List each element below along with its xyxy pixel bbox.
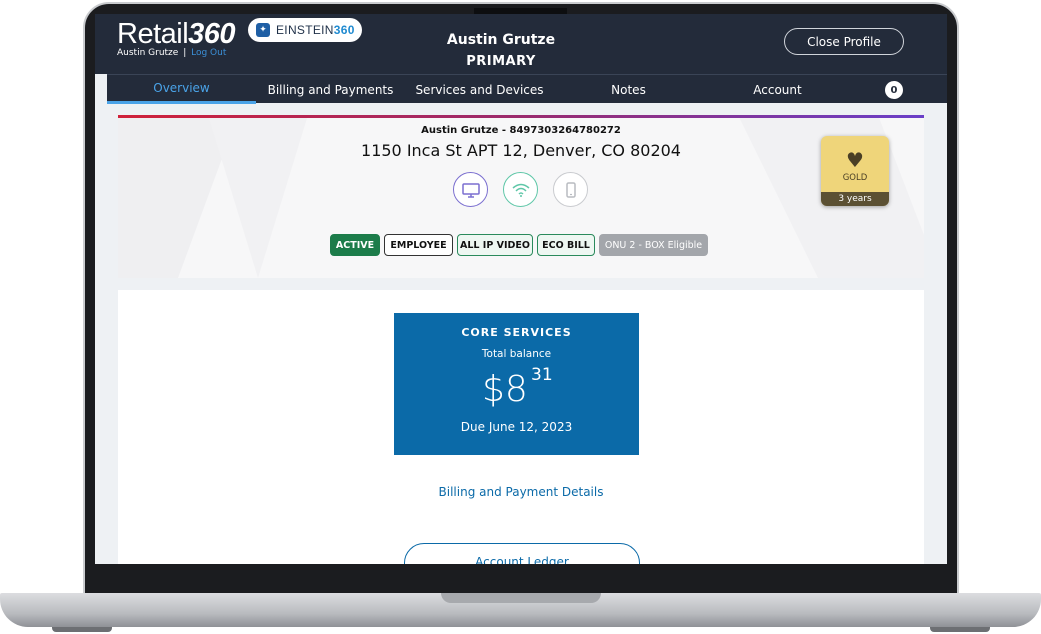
tab-services-and-devices[interactable]: Services and Devices xyxy=(405,75,554,104)
einstein-number: 360 xyxy=(333,23,355,37)
status-tag-all-ip-video: ALL IP VIDEO xyxy=(457,234,533,256)
balance-cents: 31 xyxy=(531,365,553,385)
service-address: 1150 Inca St APT 12, Denver, CO 80204 xyxy=(361,141,681,160)
app-screen: Retail360 ✦ EINSTEIN360 Austin Grutze | … xyxy=(95,14,947,564)
brand-prefix: Retail xyxy=(117,18,189,50)
account-ledger-button[interactable]: Account Ledger xyxy=(404,543,640,564)
notification-badge[interactable]: 0 xyxy=(885,81,903,99)
loyalty-badge: ♥ GOLD 3 years xyxy=(821,136,889,206)
overview-panel: CORE SERVICES Total balance $8 31 Due Ju… xyxy=(118,290,924,564)
close-profile-button[interactable]: Close Profile xyxy=(784,28,904,55)
balance-card: CORE SERVICES Total balance $8 31 Due Ju… xyxy=(394,313,639,455)
einstein-badge[interactable]: ✦ EINSTEIN360 xyxy=(248,18,362,42)
status-tag-onu-eligible: ONU 2 - BOX Eligible xyxy=(599,234,708,256)
laptop-foot xyxy=(52,627,112,632)
tab-notes[interactable]: Notes xyxy=(554,75,703,104)
balance-dollars: $8 xyxy=(482,369,528,410)
app-header: Retail360 ✦ EINSTEIN360 Austin Grutze | … xyxy=(95,14,947,74)
status-tag-employee: EMPLOYEE xyxy=(384,234,453,256)
einstein-prefix: EINSTEIN xyxy=(276,23,334,37)
laptop-base-notch xyxy=(441,593,601,603)
tab-bar: Overview Billing and Payments Services a… xyxy=(107,74,947,104)
profile-card: Austin Grutze - 8497303264780272 1150 In… xyxy=(118,115,924,278)
laptop-foot xyxy=(930,627,990,632)
status-tag-eco-bill: ECO BILL xyxy=(537,234,595,256)
logout-link[interactable]: Log Out xyxy=(191,48,226,58)
profile-name: Austin Grutze xyxy=(446,32,556,48)
wifi-icon[interactable] xyxy=(503,172,538,207)
balance-due-date: Due June 12, 2023 xyxy=(460,420,573,434)
loyalty-tenure: 3 years xyxy=(821,192,889,206)
profile-role: PRIMARY xyxy=(466,54,536,69)
tv-icon[interactable] xyxy=(453,172,488,207)
tab-billing-and-payments[interactable]: Billing and Payments xyxy=(256,75,405,104)
accent-bar xyxy=(118,115,924,118)
header-user-name: Austin Grutze xyxy=(117,48,179,58)
status-tag-active: ACTIVE xyxy=(330,234,380,256)
tab-account[interactable]: Account xyxy=(703,75,852,104)
phone-icon[interactable] xyxy=(553,172,588,207)
billing-details-link[interactable]: Billing and Payment Details xyxy=(118,485,924,499)
account-line: Austin Grutze - 8497303264780272 xyxy=(421,125,621,136)
balance-subtitle: Total balance xyxy=(481,348,552,360)
balance-title: CORE SERVICES xyxy=(461,326,572,339)
loyalty-tier: GOLD xyxy=(842,173,868,183)
einstein-label: EINSTEIN360 xyxy=(276,23,355,37)
brand-logo: Retail360 xyxy=(117,18,236,51)
header-user-info: Austin Grutze | Log Out xyxy=(117,48,226,58)
tab-overview[interactable]: Overview xyxy=(107,75,256,104)
einstein-icon: ✦ xyxy=(256,23,270,37)
heart-icon: ♥ xyxy=(846,148,864,172)
brand-number: 360 xyxy=(188,18,236,50)
header-separator: | xyxy=(183,48,187,58)
